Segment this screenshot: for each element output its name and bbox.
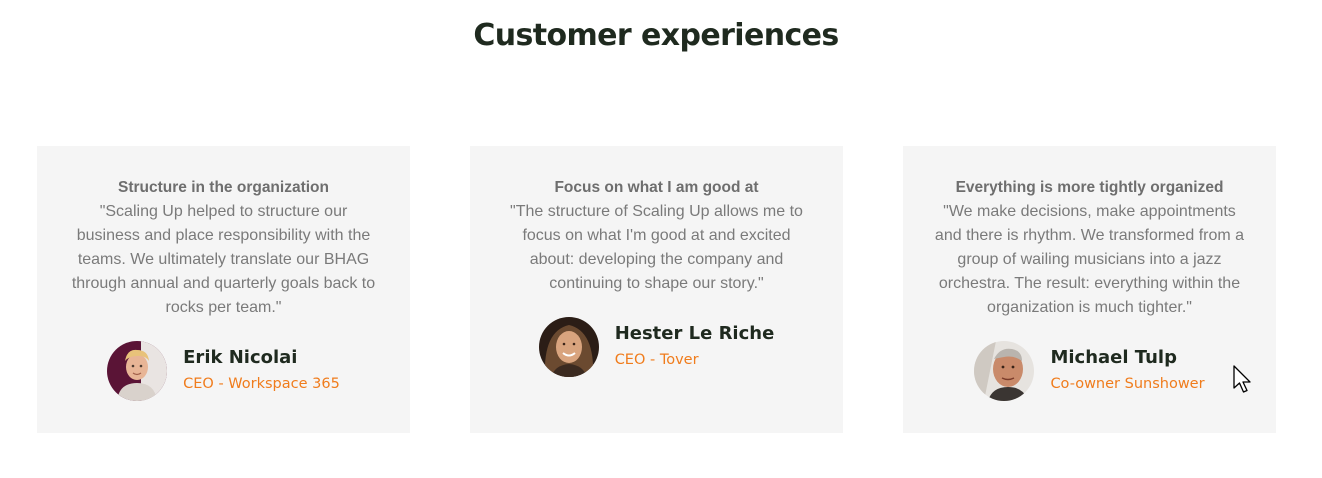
author-info: Erik Nicolai CEO - Workspace 365 [183,345,340,397]
avatar-erik-nicolai [107,341,168,401]
testimonial-author: Hester Le Riche CEO - Tover [500,317,813,377]
testimonial-quote: "We make decisions, make appointments an… [934,203,1245,316]
author-info: Hester Le Riche CEO - Tover [615,321,775,373]
author-name: Michael Tulp [1050,347,1177,368]
avatar-hester-le-riche [538,317,599,377]
author-name: Hester Le Riche [614,323,775,344]
testimonial-quote: "Scaling Up helped to structure our busi… [71,203,376,316]
section-title: Customer experiences [473,18,839,53]
testimonial-card-erik-nicolai: Structure in the organization "Scaling U… [37,146,410,433]
testimonial-quote: "The structure of Scaling Up allows me t… [510,203,803,292]
author-info: Michael Tulp Co-owner Sunshower [1050,345,1204,397]
author-role: CEO - Workspace 365 [183,376,340,392]
avatar-michael-tulp [974,341,1035,401]
testimonial-title: Everything is more tightly organized [955,179,1224,196]
testimonial-author: Erik Nicolai CEO - Workspace 365 [67,341,380,401]
testimonial-author: Michael Tulp Co-owner Sunshower [933,341,1246,401]
author-role: CEO - Tover [614,352,699,368]
testimonial-title: Focus on what I am good at [554,179,759,196]
testimonial-card-michael-tulp: Everything is more tightly organized "We… [903,146,1276,433]
author-name: Erik Nicolai [183,347,298,368]
testimonial-title: Structure in the organization [118,179,329,196]
mouse-pointer-icon [1233,365,1253,395]
testimonial-card-hester-le-riche: Focus on what I am good at "The structur… [470,146,843,433]
author-role: Co-owner Sunshower [1050,376,1205,392]
